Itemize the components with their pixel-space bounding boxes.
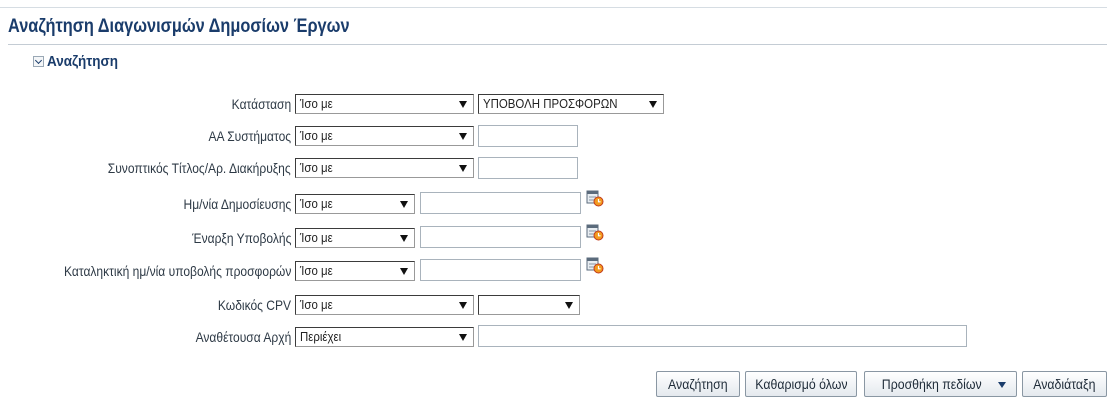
system-id-operator-select[interactable]: Ίσο με xyxy=(295,126,474,146)
section-label: Αναζήτηση xyxy=(47,53,118,70)
cpv-label: Κωδικός CPV xyxy=(217,297,291,313)
title-ref-operator-select[interactable]: Ίσο με xyxy=(295,158,474,178)
chevron-down-icon xyxy=(565,302,573,309)
authority-label: Αναθέτουσα Αρχή xyxy=(195,329,291,345)
submission-start-operator-value: Ίσο με xyxy=(300,230,333,245)
publish-date-input[interactable] xyxy=(420,192,581,214)
search-button[interactable]: Αναζήτηση xyxy=(656,371,740,397)
title-ref-operator-value: Ίσο με xyxy=(300,160,333,175)
page-title: Αναζήτηση Διαγωνισμών Δημοσίων Έργων xyxy=(8,16,350,37)
clear-all-button-label: Καθαρισμό όλων xyxy=(754,376,848,392)
chevron-down-icon xyxy=(400,235,408,242)
search-section-header[interactable]: Αναζήτηση xyxy=(33,53,126,70)
deadline-label: Καταληκτική ημ/νία υποβολής προσφορών xyxy=(63,263,291,279)
status-value: ΥΠΟΒΟΛΗ ΠΡΟΣΦΟΡΩΝ xyxy=(483,96,618,111)
title-ref-label: Συνοπτικός Τίτλος/Αρ. Διακήρυξης xyxy=(108,160,291,176)
chevron-down-icon xyxy=(400,268,408,275)
status-value-select[interactable]: ΥΠΟΒΟΛΗ ΠΡΟΣΦΟΡΩΝ xyxy=(478,94,664,114)
authority-operator-value: Περιέχει xyxy=(300,329,342,344)
deadline-operator-select[interactable]: Ίσο με xyxy=(295,261,415,281)
status-label: Κατάσταση xyxy=(231,96,291,112)
status-operator-value: Ίσο με xyxy=(300,96,333,111)
chevron-down-icon xyxy=(459,302,467,309)
calendar-clock-icon[interactable] xyxy=(586,223,604,241)
top-divider xyxy=(0,7,1107,8)
chevron-down-icon xyxy=(649,101,657,108)
submission-start-input[interactable] xyxy=(420,226,581,248)
title-divider xyxy=(8,44,1107,45)
chevron-down-icon xyxy=(459,133,467,140)
reorder-button-label: Αναδιάταξη xyxy=(1033,376,1096,392)
system-id-input[interactable] xyxy=(478,125,578,147)
status-operator-select[interactable]: Ίσο με xyxy=(295,94,474,114)
chevron-down-icon[interactable] xyxy=(33,56,44,67)
cpv-operator-select[interactable]: Ίσο με xyxy=(295,295,474,315)
publish-date-operator-value: Ίσο με xyxy=(300,196,333,211)
authority-input[interactable] xyxy=(478,325,967,347)
chevron-down-icon xyxy=(459,165,467,172)
system-id-label: ΑΑ Συστήματος xyxy=(208,128,291,144)
calendar-clock-icon[interactable] xyxy=(586,256,604,274)
submission-start-label: Έναρξη Υποβολής xyxy=(191,230,291,246)
search-button-label: Αναζήτηση xyxy=(668,376,728,392)
publish-date-label: Ημ/νία Δημοσίευσης xyxy=(183,196,291,212)
chevron-down-icon xyxy=(400,201,408,208)
chevron-down-icon xyxy=(459,334,467,341)
publish-date-operator-select[interactable]: Ίσο με xyxy=(295,194,415,214)
cpv-operator-value: Ίσο με xyxy=(300,297,333,312)
chevron-down-icon xyxy=(998,382,1007,389)
reorder-button[interactable]: Αναδιάταξη xyxy=(1022,371,1107,397)
title-ref-input[interactable] xyxy=(478,157,578,179)
cpv-value-select[interactable] xyxy=(478,295,580,315)
deadline-operator-value: Ίσο με xyxy=(300,263,333,278)
calendar-clock-icon[interactable] xyxy=(586,189,604,207)
system-id-operator-value: Ίσο με xyxy=(300,128,333,143)
submission-start-operator-select[interactable]: Ίσο με xyxy=(295,228,415,248)
add-fields-button[interactable]: Προσθήκη πεδίων xyxy=(864,371,1017,397)
add-fields-button-label: Προσθήκη πεδίων xyxy=(881,376,982,392)
chevron-down-icon xyxy=(459,101,467,108)
deadline-input[interactable] xyxy=(420,259,581,281)
authority-operator-select[interactable]: Περιέχει xyxy=(295,327,474,347)
clear-all-button[interactable]: Καθαρισμό όλων xyxy=(745,371,857,397)
